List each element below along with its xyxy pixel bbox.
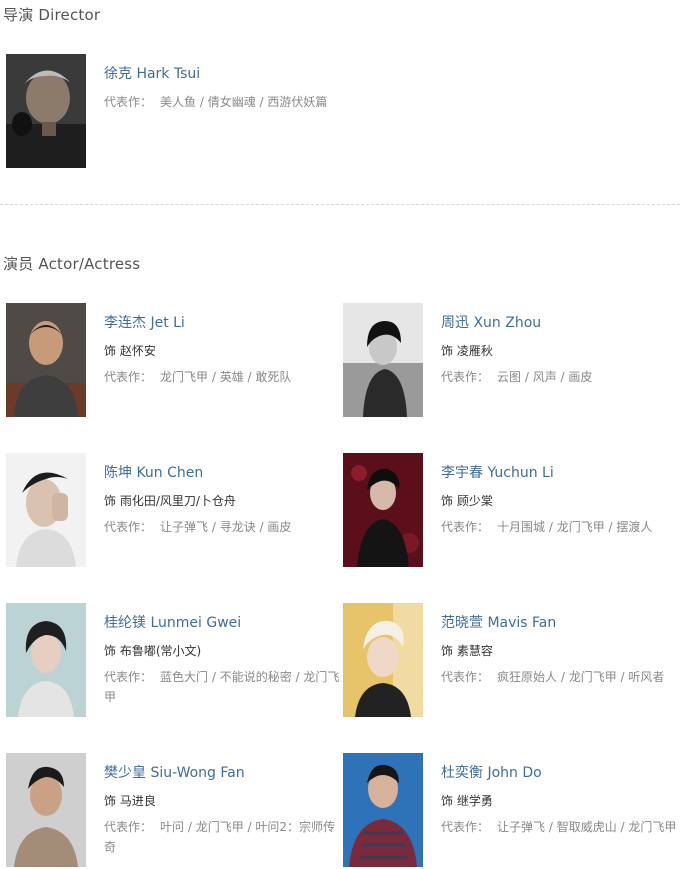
- actor-name-link[interactable]: 周迅 Xun Zhou: [441, 312, 541, 332]
- actor-photo[interactable]: [6, 453, 86, 567]
- works-list: 十月围城 / 龙门飞甲 / 摆渡人: [497, 520, 653, 534]
- actor-works: 代表作： 云图 / 风声 / 画皮: [441, 367, 677, 387]
- actor-photo[interactable]: [343, 303, 423, 417]
- works-label: 代表作：: [441, 370, 490, 384]
- works-label: 代表作：: [441, 520, 490, 534]
- actor-card-john-do: 杜奕衡 John Do 饰 继学勇 代表作： 让子弹飞 / 智取威虎山 / 龙门飞…: [337, 753, 677, 869]
- actor-role: 饰 赵怀安: [104, 344, 156, 358]
- actor-name-link[interactable]: 范晓萱 Mavis Fan: [441, 612, 556, 632]
- actor-role: 饰 顾少棠: [441, 494, 493, 508]
- actor-section-title: 演员 Actor/Actress: [3, 255, 141, 273]
- actor-card-xun-zhou: 周迅 Xun Zhou 饰 凌雁秋 代表作： 云图 / 风声 / 画皮: [337, 303, 677, 423]
- works-label: 代表作：: [104, 670, 153, 684]
- actor-card-siu-wong-fan: 樊少皇 Siu-Wong Fan 饰 马进良 代表作： 叶问 / 龙门飞甲 / 叶…: [0, 753, 340, 869]
- section-divider: [0, 204, 680, 205]
- actor-photo[interactable]: [343, 753, 423, 867]
- actor-works: 代表作： 让子弹飞 / 寻龙诀 / 画皮: [104, 517, 340, 537]
- actor-photo[interactable]: [343, 603, 423, 717]
- works-list: 疯狂原始人 / 龙门飞甲 / 听风者: [497, 670, 665, 684]
- works-list: 美人鱼 / 倩女幽魂 / 西游伏妖篇: [160, 95, 328, 109]
- director-card: 徐克 Hark Tsui 代表作： 美人鱼 / 倩女幽魂 / 西游伏妖篇: [0, 54, 340, 174]
- director-works: 代表作： 美人鱼 / 倩女幽魂 / 西游伏妖篇: [104, 92, 404, 112]
- actor-works: 代表作： 蓝色大门 / 不能说的秘密 / 龙门飞甲: [104, 667, 340, 707]
- director-name-link[interactable]: 徐克 Hark Tsui: [104, 63, 200, 83]
- actor-card-kun-chen: 陈坤 Kun Chen 饰 雨化田/风里刀/卜仓舟 代表作： 让子弹飞 / 寻龙诀…: [0, 453, 340, 573]
- works-list: 云图 / 风声 / 画皮: [497, 370, 593, 384]
- actor-name-link[interactable]: 桂纶镁 Lunmei Gwei: [104, 612, 241, 632]
- works-label: 代表作：: [441, 820, 490, 834]
- director-photo[interactable]: [6, 54, 86, 168]
- works-label: 代表作：: [104, 820, 153, 834]
- actor-card-jet-li: 李连杰 Jet Li 饰 赵怀安 代表作： 龙门飞甲 / 英雄 / 敢死队: [0, 303, 340, 423]
- actor-card-mavis-fan: 范晓萱 Mavis Fan 饰 素慧容 代表作： 疯狂原始人 / 龙门飞甲 / 听…: [337, 603, 677, 723]
- actor-role: 饰 凌雁秋: [441, 344, 493, 358]
- actor-works: 代表作： 疯狂原始人 / 龙门飞甲 / 听风者: [441, 667, 677, 687]
- actor-works: 代表作： 让子弹飞 / 智取威虎山 / 龙门飞甲: [441, 817, 677, 837]
- actor-photo[interactable]: [343, 453, 423, 567]
- actor-photo[interactable]: [6, 603, 86, 717]
- works-label: 代表作：: [104, 520, 153, 534]
- actor-role: 饰 雨化田/风里刀/卜仓舟: [104, 494, 236, 508]
- actor-role: 饰 继学勇: [441, 794, 493, 808]
- actor-name-link[interactable]: 陈坤 Kun Chen: [104, 462, 203, 482]
- actor-role: 饰 素慧容: [441, 644, 493, 658]
- actor-name-link[interactable]: 樊少皇 Siu-Wong Fan: [104, 762, 245, 782]
- actor-card-yuchun-li: 李宇春 Yuchun Li 饰 顾少棠 代表作： 十月围城 / 龙门飞甲 / 摆渡…: [337, 453, 677, 573]
- works-list: 让子弹飞 / 智取威虎山 / 龙门飞甲: [497, 820, 677, 834]
- works-list: 让子弹飞 / 寻龙诀 / 画皮: [160, 520, 292, 534]
- director-section-title: 导演 Director: [3, 6, 101, 24]
- actor-role: 饰 马进良: [104, 794, 156, 808]
- actor-role: 饰 布鲁嘟(常小文): [104, 644, 202, 658]
- actor-name-link[interactable]: 李宇春 Yuchun Li: [441, 462, 554, 482]
- works-label: 代表作：: [104, 370, 153, 384]
- works-label: 代表作：: [104, 95, 153, 109]
- actor-works: 代表作： 十月围城 / 龙门飞甲 / 摆渡人: [441, 517, 677, 537]
- actor-photo[interactable]: [6, 753, 86, 867]
- actor-card-lunmei-gwei: 桂纶镁 Lunmei Gwei 饰 布鲁嘟(常小文) 代表作： 蓝色大门 / 不能…: [0, 603, 340, 723]
- actor-photo[interactable]: [6, 303, 86, 417]
- actor-name-link[interactable]: 李连杰 Jet Li: [104, 312, 185, 332]
- actor-name-link[interactable]: 杜奕衡 John Do: [441, 762, 542, 782]
- actor-works: 代表作： 叶问 / 龙门飞甲 / 叶问2：宗师传奇: [104, 817, 340, 857]
- actor-works: 代表作： 龙门飞甲 / 英雄 / 敢死队: [104, 367, 340, 387]
- works-label: 代表作：: [441, 670, 490, 684]
- works-list: 龙门飞甲 / 英雄 / 敢死队: [160, 370, 292, 384]
